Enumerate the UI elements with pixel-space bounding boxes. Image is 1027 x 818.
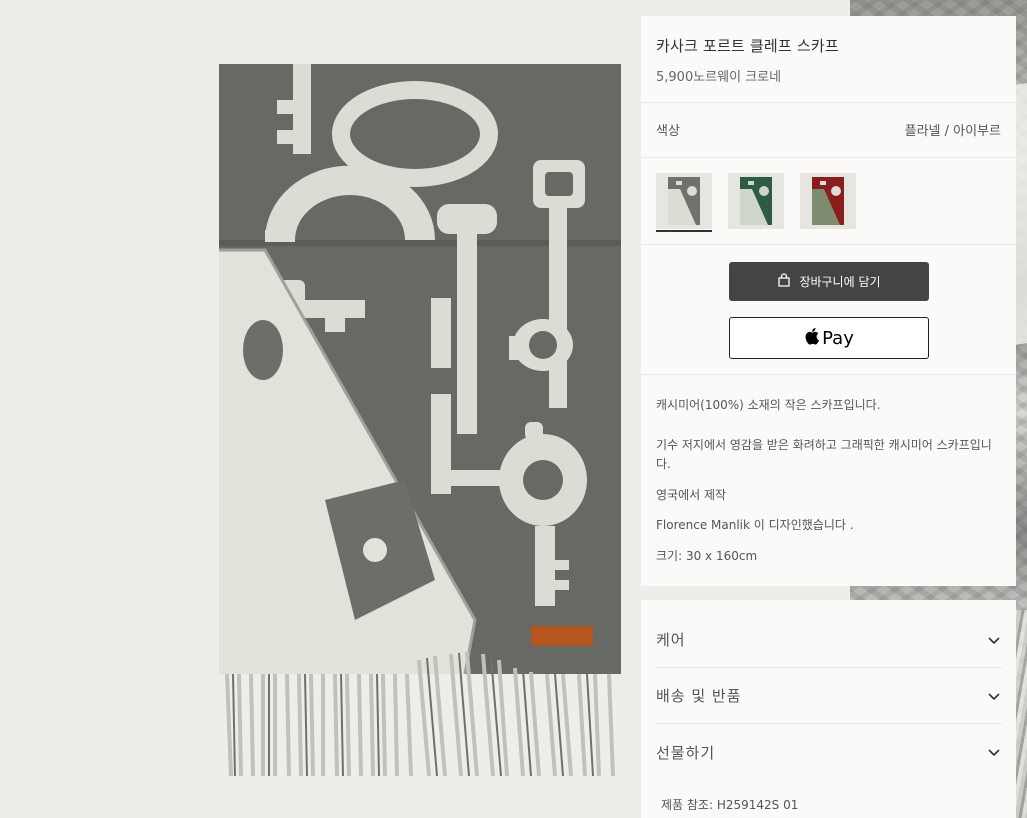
product-image[interactable] — [205, 60, 635, 780]
description-line: 캐시미어(100%) 소재의 작은 스카프입니다. — [656, 398, 881, 412]
description-line: 영국에서 제작 — [656, 488, 727, 502]
swatch-green[interactable] — [728, 173, 784, 229]
add-to-cart-label: 장바구니에 담기 — [799, 275, 881, 289]
swatch-gray[interactable] — [656, 173, 712, 229]
apple-logo-icon — [804, 327, 820, 350]
color-value: 플라넬 / 아이부르 — [904, 124, 1001, 139]
chevron-down-icon — [986, 744, 1002, 760]
selected-swatch-indicator — [656, 230, 712, 232]
description-line: Florence Manlik 이 디자인했습니다 . — [656, 518, 854, 532]
accordion-label: 선물하기 — [656, 743, 716, 762]
accordion-shipping[interactable]: 배송 및 반품 — [656, 668, 1002, 724]
product-info-panel: 카사크 포르트 클레프 스카프 5,900노르웨이 크로네 색상 플라넬 / 아… — [641, 16, 1016, 586]
divider — [641, 102, 1016, 103]
divider — [641, 157, 1016, 158]
apple-pay-label: Pay — [822, 327, 854, 349]
accordion-care[interactable]: 케어 — [656, 612, 1002, 668]
swatch-red[interactable] — [800, 173, 856, 229]
product-details-panel: 케어 배송 및 반품 선물하기 제품 참조: H259142S 01 — [641, 600, 1016, 818]
chevron-down-icon — [986, 688, 1002, 704]
divider — [641, 374, 1016, 375]
product-reference: 제품 참조: H259142S 01 — [661, 798, 799, 812]
apple-pay-button[interactable]: Pay — [729, 317, 929, 359]
accordion-gift[interactable]: 선물하기 — [656, 724, 1002, 780]
divider — [641, 244, 1016, 245]
description-line: 크기: 30 x 160cm — [656, 549, 758, 563]
product-title: 카사크 포르트 클레프 스카프 — [656, 37, 839, 55]
add-to-cart-button[interactable]: 장바구니에 담기 — [729, 262, 929, 301]
color-label: 색상 — [656, 124, 680, 139]
description-line: 기수 저지에서 영감을 받은 화려하고 그래픽한 캐시미어 스카프입니다. — [656, 438, 992, 471]
accordion-label: 배송 및 반품 — [656, 687, 742, 705]
chevron-down-icon — [986, 632, 1002, 648]
product-price: 5,900노르웨이 크로네 — [656, 70, 782, 85]
accordion-label: 케어 — [656, 631, 686, 649]
shopping-bag-icon — [777, 273, 791, 290]
